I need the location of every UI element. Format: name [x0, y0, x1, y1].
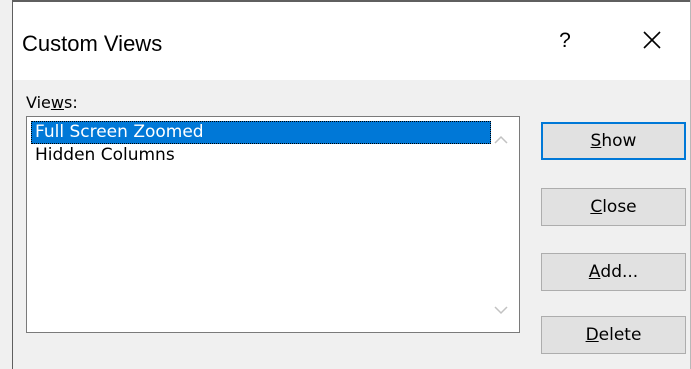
scroll-down-arrow[interactable]	[486, 300, 516, 320]
views-label-text-2: s:	[63, 93, 78, 112]
chevron-up-icon	[494, 135, 508, 144]
delete-button-mnemonic: D	[585, 325, 599, 345]
close-button-mnemonic: C	[590, 197, 603, 217]
views-label-mnemonic: w	[50, 93, 64, 112]
show-button-label: how	[601, 131, 637, 151]
views-label: Views:	[26, 93, 78, 112]
close-icon[interactable]	[632, 22, 672, 60]
delete-button[interactable]: Delete	[541, 316, 686, 354]
close-icon-glyph	[643, 31, 661, 49]
add-button-label: dd...	[600, 262, 639, 282]
add-button[interactable]: Add...	[541, 253, 686, 291]
show-button-mnemonic: S	[590, 131, 602, 151]
help-button[interactable]: ?	[547, 22, 583, 60]
list-item[interactable]: Hidden Columns	[31, 144, 179, 167]
chevron-down-icon	[494, 306, 508, 315]
list-item[interactable]: Full Screen Zoomed	[31, 121, 491, 144]
scroll-up-arrow[interactable]	[486, 130, 516, 150]
views-label-text-1: Vie	[26, 93, 51, 112]
add-button-mnemonic: A	[588, 262, 601, 282]
show-button[interactable]: Show	[541, 122, 686, 160]
close-button-label: lose	[602, 197, 637, 217]
views-listbox[interactable]: Full Screen Zoomed Hidden Columns	[26, 116, 520, 333]
custom-views-dialog: Custom Views ? Views: Full Screen Zoomed…	[0, 0, 691, 369]
delete-button-label: elete	[598, 325, 642, 345]
dialog-title: Custom Views	[22, 31, 163, 56]
close-button[interactable]: Close	[541, 188, 686, 226]
